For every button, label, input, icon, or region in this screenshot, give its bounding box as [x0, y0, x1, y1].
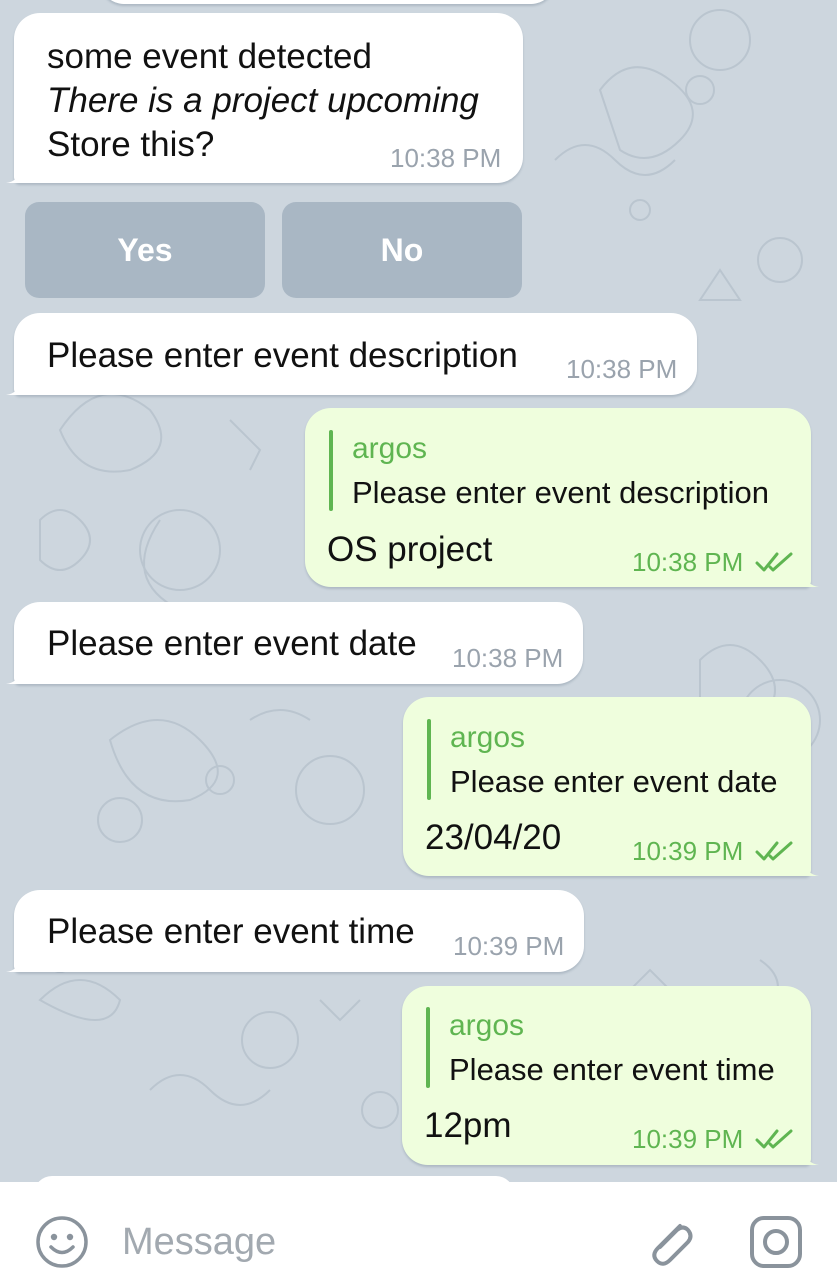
message-text: 12pm [424, 1106, 512, 1145]
bubble-tail [805, 860, 819, 876]
message-text-line: There is a project upcoming [47, 81, 479, 120]
bubble-tail [6, 167, 20, 183]
message-timestamp: 10:39 PM [453, 931, 565, 961]
message-timestamp: 10:38 PM [390, 143, 502, 173]
bubble-tail [6, 956, 20, 972]
message-timestamp: 10:38 PM [632, 547, 744, 577]
incoming-message[interactable]: Please enter event time 10:39 PM [6, 890, 584, 972]
message-text: 23/04/20 [425, 818, 562, 857]
reply-quoted-text: Please enter event description [352, 475, 770, 510]
reply-quoted-text: Please enter event time [449, 1052, 775, 1087]
outgoing-message[interactable]: argos Please enter event description OS … [305, 408, 819, 587]
incoming-message[interactable]: Please enter event description 10:38 PM [6, 313, 697, 395]
outgoing-message[interactable]: argos Please enter event date 23/04/20 1… [403, 697, 819, 876]
reply-quote-bar [329, 430, 333, 511]
message-timestamp: 10:39 PM [632, 836, 744, 866]
message-timestamp: 10:39 PM [632, 1124, 744, 1154]
reply-sender-name: argos [449, 1009, 525, 1042]
reply-sender-name: argos [352, 432, 428, 465]
message-text: Please enter event time [47, 912, 415, 951]
message-timestamp: 10:38 PM [452, 643, 564, 673]
previous-message-edge [100, 0, 555, 4]
incoming-message[interactable]: Please enter event date 10:38 PM [6, 602, 583, 684]
reply-sender-name: argos [450, 721, 526, 754]
reply-quote-bar [426, 1007, 430, 1088]
inline-button-no[interactable]: No [282, 202, 522, 298]
message-text: Please enter event date [47, 624, 417, 663]
inline-button-yes[interactable]: Yes [25, 202, 265, 298]
reply-quote-bar [427, 719, 431, 800]
message-input[interactable] [122, 1212, 602, 1272]
bubble-tail [6, 379, 20, 395]
double-check-icon [755, 1129, 793, 1149]
message-text-line: some event detected [47, 37, 372, 76]
reply-quoted-text: Please enter event date [450, 764, 778, 799]
attach-icon[interactable] [642, 1212, 698, 1272]
camera-icon[interactable] [748, 1213, 804, 1271]
message-text: Please enter event description [47, 336, 518, 375]
chat-area[interactable]: some event detected There is a project u… [0, 0, 837, 1182]
message-text: OS project [327, 530, 493, 569]
message-timestamp: 10:38 PM [566, 354, 678, 384]
double-check-icon [755, 841, 793, 861]
bubble-tail [805, 571, 819, 587]
outgoing-message[interactable]: argos Please enter event time 12pm 10:39… [402, 986, 819, 1165]
bubble-tail [805, 1149, 819, 1165]
emoji-icon[interactable] [34, 1214, 90, 1270]
incoming-message[interactable]: some event detected There is a project u… [6, 13, 523, 183]
message-text-line: Store this? [47, 125, 215, 164]
bubble-tail [6, 668, 20, 684]
double-check-icon [755, 552, 793, 572]
